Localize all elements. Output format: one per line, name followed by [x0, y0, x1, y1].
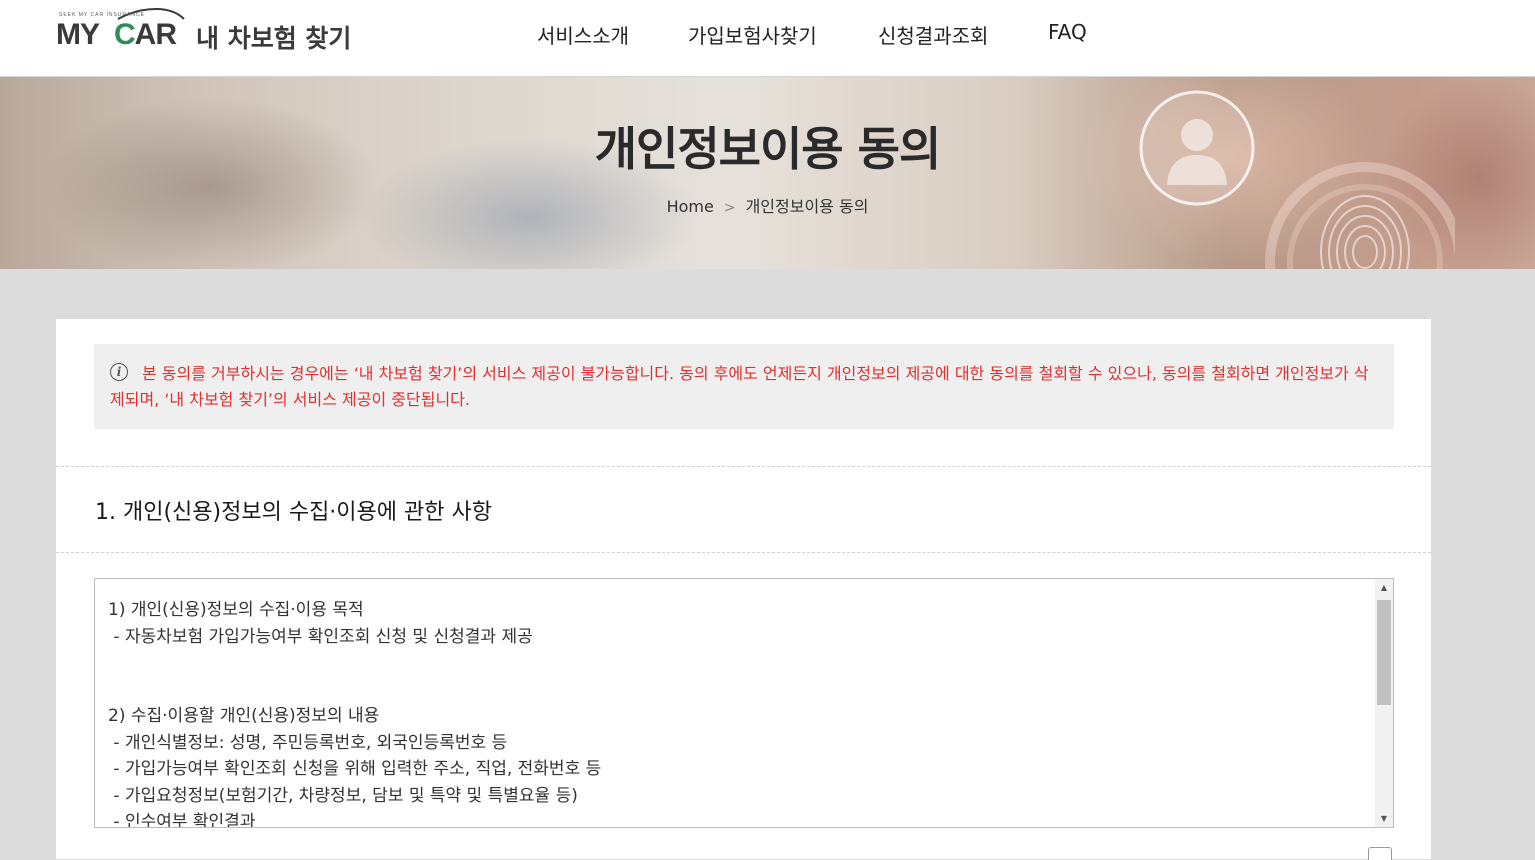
breadcrumb-current: 개인정보이용 동의: [745, 197, 869, 216]
content-card: i 본 동의를 거부하시는 경우에는 ‘내 차보험 찾기’의 서비스 제공이 불…: [56, 319, 1431, 860]
breadcrumb: Home > 개인정보이용 동의: [0, 193, 1535, 217]
terms-scrollbar[interactable]: ▲ ▼: [1375, 579, 1393, 827]
main-nav: 서비스소개 가입보험사찾기 신청결과조회 FAQ: [0, 20, 1535, 50]
consent-notice: i 본 동의를 거부하시는 경우에는 ‘내 차보험 찾기’의 서비스 제공이 불…: [94, 344, 1394, 429]
hero-banner: 개인정보이용 동의 Home > 개인정보이용 동의: [0, 77, 1535, 269]
terms-line: - 개인식별정보: 성명, 주민등록번호, 외국인등록번호 등: [108, 732, 508, 753]
notice-text: 본 동의를 거부하시는 경우에는 ‘내 차보험 찾기’의 서비스 제공이 불가능…: [110, 364, 1369, 409]
scroll-up-arrow-icon[interactable]: ▲: [1375, 579, 1393, 596]
scroll-down-arrow-icon[interactable]: ▼: [1375, 810, 1393, 827]
terms-textbox[interactable]: 1) 개인(신용)정보의 수집·이용 목적 - 자동차보험 가입가능여부 확인조…: [94, 578, 1394, 828]
nav-item-result-lookup[interactable]: 신청결과조회: [878, 20, 988, 49]
terms-line: - 가입요청정보(보험기간, 차량정보, 담보 및 특약 및 특별요율 등): [108, 785, 578, 806]
nav-item-service-intro[interactable]: 서비스소개: [537, 20, 629, 49]
section-divider: [56, 552, 1431, 553]
section-divider: [56, 466, 1431, 467]
terms-content: 1) 개인(신용)정보의 수집·이용 목적 - 자동차보험 가입가능여부 확인조…: [108, 597, 1368, 828]
section-title: 1. 개인(신용)정보의 수집·이용에 관한 사항: [95, 500, 492, 525]
terms-line: 1) 개인(신용)정보의 수집·이용 목적: [108, 600, 364, 620]
terms-line: ​: [108, 650, 1368, 677]
chevron-right-icon: >: [723, 200, 736, 216]
terms-line: - 인수여부 확인결과: [108, 812, 256, 828]
site-header: SEEK MY CAR INSURANCE MY CAR 내 차보험 찾기 서비…: [0, 0, 1535, 77]
scrollbar-thumb[interactable]: [1377, 600, 1391, 705]
breadcrumb-home-link[interactable]: Home: [667, 197, 714, 216]
nav-item-find-insurer[interactable]: 가입보험사찾기: [688, 20, 817, 49]
terms-line: - 가입가능여부 확인조회 신청을 위해 입력한 주소, 직업, 전화번호 등: [108, 759, 602, 779]
consent-checkbox[interactable]: [1368, 847, 1392, 860]
terms-line: - 자동차보험 가입가능여부 확인조회 신청 및 신청결과 제공: [108, 626, 533, 647]
terms-line: ​: [108, 677, 1368, 704]
page-title: 개인정보이용 동의: [594, 122, 942, 176]
terms-line: 2) 수집·이용할 개인(신용)정보의 내용: [108, 706, 380, 726]
nav-item-faq[interactable]: FAQ: [1048, 20, 1087, 44]
